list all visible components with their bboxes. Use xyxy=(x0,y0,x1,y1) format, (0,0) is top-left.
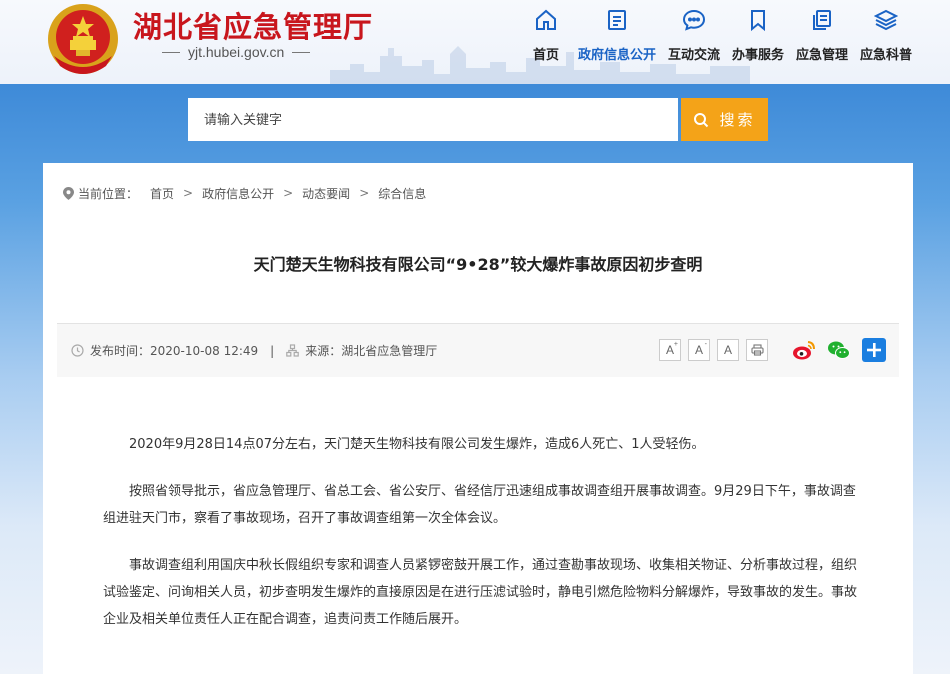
site-title: 湖北省应急管理厅 xyxy=(133,10,374,44)
bookmark-icon xyxy=(751,10,765,32)
plus-mark: + xyxy=(673,341,678,348)
font-size-increase-button[interactable]: A + xyxy=(659,339,681,361)
site-domain-text: yjt.hubei.gov.cn xyxy=(188,44,285,60)
article-paragraph: 2020年9月28日14点07分左右，天门楚天生物科技有限公司发生爆炸，造成6人… xyxy=(129,437,705,452)
nav-label-science: 应急科普 xyxy=(859,48,912,63)
minus-mark: - xyxy=(704,341,707,348)
nav-item-home[interactable]: 首页 xyxy=(526,8,566,68)
nav-label-interaction: 互动交流 xyxy=(667,48,720,63)
nav-item-interaction[interactable]: 互动交流 xyxy=(666,8,722,68)
national-emblem-icon xyxy=(48,4,118,74)
home-icon xyxy=(536,9,556,30)
search-button[interactable]: 搜索 xyxy=(681,98,768,141)
breadcrumb-separator: > xyxy=(283,186,294,200)
article-paragraph: 事故调查组利用国庆中秋长假组织专家和调查人员紧锣密鼓开展工作，通过查勘事故现场、… xyxy=(103,558,858,627)
nav-item-science[interactable]: 应急科普 xyxy=(858,8,914,68)
wechat-icon[interactable] xyxy=(827,338,851,362)
clock-icon xyxy=(71,344,84,357)
breadcrumb-gov-info[interactable]: 政府信息公开 xyxy=(202,185,274,202)
font-small-label: A xyxy=(723,343,732,357)
source-label: 来源： xyxy=(305,344,342,358)
breadcrumb-general-info[interactable]: 综合信息 xyxy=(378,185,426,202)
location-pin-icon xyxy=(63,186,74,200)
content-card: 当前位置： 首页 > 政府信息公开 > 动态要闻 > 综合信息 天门楚天生物科技… xyxy=(43,163,913,674)
meta-separator: | xyxy=(270,343,275,358)
breadcrumb-label: 当前位置： xyxy=(78,186,139,201)
domain-right-dash xyxy=(292,51,311,53)
article-paragraph: 按照省领导批示，省应急管理厅、省总工会、省公安厅、省经信厅迅速组成事故调查组开展… xyxy=(103,484,856,526)
font-size-reset-button[interactable]: A xyxy=(717,339,739,361)
publish-time-label: 发布时间： xyxy=(90,344,151,358)
print-button[interactable] xyxy=(746,339,768,361)
article-title: 天门楚天生物科技有限公司“9•28”较大爆炸事故原因初步查明 xyxy=(253,255,703,274)
font-medium-label: A xyxy=(694,343,703,357)
nav-item-services[interactable]: 办事服务 xyxy=(730,8,786,68)
nav-label-gov-info: 政府信息公开 xyxy=(577,48,656,63)
nav-label-emergency: 应急管理 xyxy=(795,48,848,63)
article-meta-bar: 发布时间： 2020-10-08 12:49 | 来源： 湖北省应急管理厅 A +… xyxy=(57,324,899,377)
source-icon xyxy=(286,344,300,357)
search-input[interactable] xyxy=(188,98,678,141)
layers-icon xyxy=(874,9,898,31)
domain-left-dash xyxy=(162,51,180,53)
breadcrumb-separator: > xyxy=(183,186,194,200)
site-domain: yjt.hubei.gov.cn xyxy=(162,44,362,60)
nav-label-home: 首页 xyxy=(532,48,559,63)
share-buttons xyxy=(792,338,886,362)
source-value: 湖北省应急管理厅 xyxy=(341,344,438,358)
search-button-label: 搜索 xyxy=(719,111,756,129)
nav-item-emergency[interactable]: 应急管理 xyxy=(794,8,850,68)
article-tools: A + A- A xyxy=(659,338,886,362)
breadcrumb-news[interactable]: 动态要闻 xyxy=(302,185,350,202)
nav-item-gov-info[interactable]: 政府信息公开 xyxy=(576,8,658,68)
font-size-decrease-button[interactable]: A- xyxy=(688,339,710,361)
search-icon xyxy=(694,112,709,127)
breadcrumb-separator: > xyxy=(359,186,370,200)
nav-label-services: 办事服务 xyxy=(731,48,784,63)
list-icon xyxy=(813,10,831,30)
chat-icon xyxy=(682,9,706,31)
document-icon xyxy=(608,10,626,30)
more-share-button[interactable] xyxy=(862,338,886,362)
breadcrumb-home[interactable]: 首页 xyxy=(150,185,174,202)
article-meta: 发布时间： 2020-10-08 12:49 | 来源： 湖北省应急管理厅 xyxy=(71,342,437,359)
site-header: 湖北省应急管理厅 yjt.hubei.gov.cn 首页 政府信息公开 互动交流 xyxy=(0,0,950,84)
plus-icon xyxy=(867,343,881,357)
publish-time: 2020-10-08 12:49 xyxy=(150,343,259,358)
print-icon xyxy=(750,344,764,356)
main-nav: 首页 政府信息公开 互动交流 办事服务 应急管理 应急科普 xyxy=(526,8,916,68)
article-body: 2020年9月28日14点07分左右，天门楚天生物科技有限公司发生爆炸，造成6人… xyxy=(103,431,859,653)
weibo-icon[interactable] xyxy=(792,338,816,362)
breadcrumb: 当前位置： 首页 > 政府信息公开 > 动态要闻 > 综合信息 xyxy=(63,184,426,202)
font-large-label: A xyxy=(665,343,674,357)
